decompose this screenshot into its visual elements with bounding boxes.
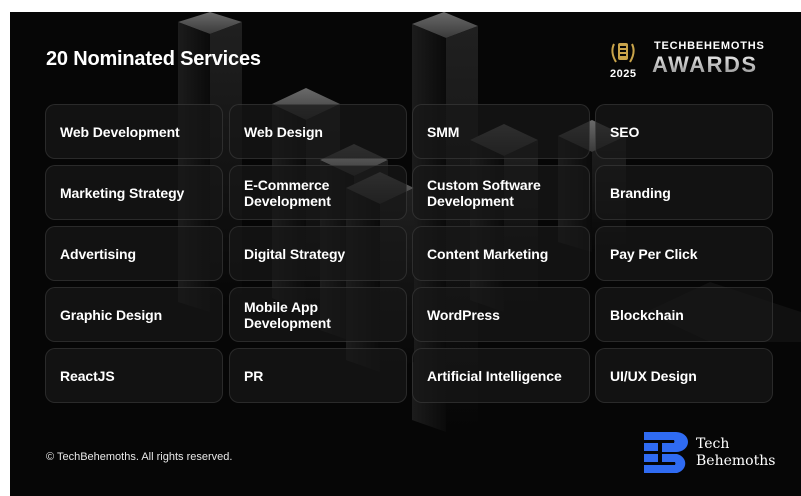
service-label: Mobile App Development [244, 298, 331, 331]
service-tile: Content Marketing [412, 226, 590, 281]
service-tile: Branding [595, 165, 773, 220]
service-tile: Digital Strategy [229, 226, 407, 281]
service-tile: UI/UX Design [595, 348, 773, 403]
service-tile: Web Development [45, 104, 223, 159]
service-label: Custom Software Development [427, 176, 541, 209]
service-label: UI/UX Design [610, 367, 697, 384]
service-tile: Mobile App Development [229, 287, 407, 342]
service-label: Graphic Design [60, 306, 163, 323]
service-label: WordPress [427, 306, 500, 323]
laurel-trophy-icon [611, 43, 635, 63]
service-tile: Custom Software Development [412, 165, 590, 220]
service-label: Pay Per Click [610, 245, 698, 262]
service-tile: Graphic Design [45, 287, 223, 342]
service-label: Marketing Strategy [60, 184, 185, 201]
service-label: ReactJS [60, 367, 115, 384]
logo-line-2: Behemoths [696, 453, 776, 469]
service-tile: Advertising [45, 226, 223, 281]
service-tile: Artificial Intelligence [412, 348, 590, 403]
service-tile: PR [229, 348, 407, 403]
award-brand: TECHBEHEMOTHS [654, 40, 765, 52]
service-label: SMM [427, 123, 460, 140]
service-tile: ReactJS [45, 348, 223, 403]
page-title: 20 Nominated Services [46, 48, 261, 70]
service-label: PR [244, 367, 264, 384]
service-tile: Marketing Strategy [45, 165, 223, 220]
service-label: Content Marketing [427, 245, 549, 262]
techbehemoths-logo-icon [644, 432, 688, 473]
awards-card: 20 Nominated Services 2025 TECHBEHEMOTHS… [10, 12, 801, 496]
service-label: Web Design [244, 123, 323, 140]
award-year: 2025 [610, 68, 637, 80]
service-label: Digital Strategy [244, 245, 346, 262]
service-label: Web Development [60, 123, 180, 140]
service-tile: SEO [595, 104, 773, 159]
awards-badge: 2025 TECHBEHEMOTHS AWARDS [608, 38, 778, 84]
techbehemoths-logo: Tech Behemoths [644, 432, 794, 480]
logo-wordmark: Tech Behemoths [696, 436, 775, 470]
service-tile: WordPress [412, 287, 590, 342]
logo-line-1: Tech [696, 436, 730, 452]
award-title: AWARDS [652, 52, 758, 77]
service-label: Advertising [60, 245, 136, 262]
service-tile: Pay Per Click [595, 226, 773, 281]
service-tile: E-Commerce Development [229, 165, 407, 220]
service-tile: SMM [412, 104, 590, 159]
service-label: Branding [610, 184, 671, 201]
service-label: SEO [610, 123, 640, 140]
service-tile: Blockchain [595, 287, 773, 342]
service-label: Artificial Intelligence [427, 367, 562, 384]
service-label: Blockchain [610, 306, 684, 323]
copyright-text: © TechBehemoths. All rights reserved. [46, 451, 233, 463]
service-label: E-Commerce Development [244, 176, 331, 209]
service-tile: Web Design [229, 104, 407, 159]
